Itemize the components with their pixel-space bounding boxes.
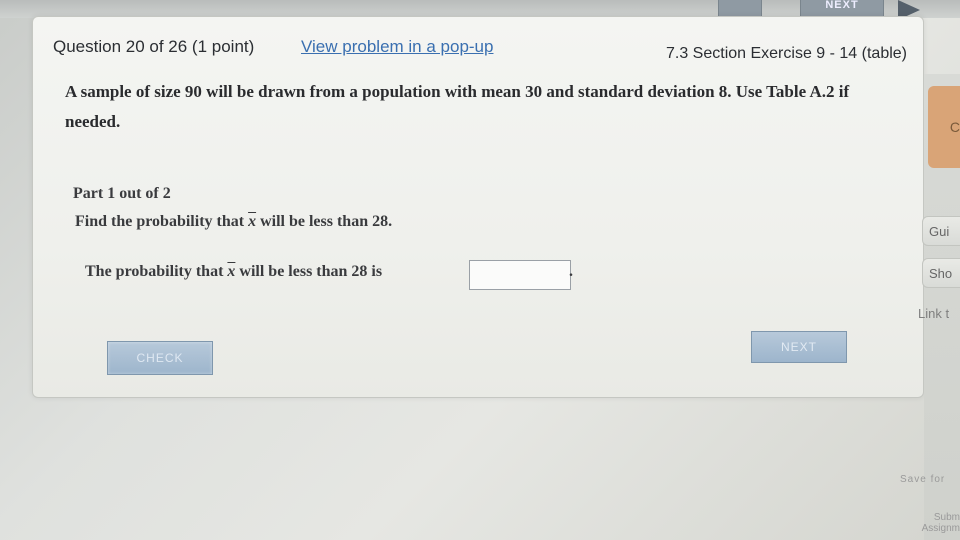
answer-suffix: will be less than 28 is (239, 263, 383, 280)
answer-prefix: The probability that (85, 263, 224, 280)
part-question: Find the probability that x will be less… (75, 213, 392, 231)
show-tab[interactable]: Sho (922, 258, 960, 288)
x-bar-symbol: x (227, 263, 236, 280)
question-title: Question 20 of 26 (1 point) (53, 37, 255, 56)
submit-label-line2: Assignm (921, 523, 960, 534)
sidebar-orange-button[interactable]: C (928, 86, 960, 168)
save-for-later-button[interactable]: Save for (900, 474, 945, 485)
top-next-button[interactable]: NEXT (800, 0, 884, 17)
answer-period: . (569, 263, 573, 280)
next-button[interactable]: NEXT (751, 331, 847, 363)
answer-row: The probability that x will be less than… (85, 260, 573, 293)
part-title: Part 1 out of 2 (73, 185, 171, 202)
part-question-suffix: will be less than 28. (260, 213, 393, 230)
check-button[interactable]: CHECK (107, 341, 213, 375)
guided-solution-tab[interactable]: Gui (922, 216, 960, 246)
problem-statement: A sample of size 90 will be drawn from a… (65, 82, 850, 131)
question-header: Question 20 of 26 (1 point) View problem… (53, 37, 913, 63)
link-tab[interactable]: Link t (918, 306, 949, 321)
submit-assignment-button[interactable]: Subm Assignm (904, 512, 960, 534)
view-popup-link[interactable]: View problem in a pop-up (301, 37, 493, 57)
toolbar-button[interactable] (718, 0, 762, 17)
x-bar-symbol: x (248, 213, 257, 230)
probability-answer-input[interactable] (469, 260, 571, 290)
section-label: 7.3 Section Exercise 9 - 14 (table) (665, 45, 907, 62)
question-panel: Question 20 of 26 (1 point) View problem… (32, 16, 924, 398)
submit-label-line1: Subm (933, 512, 960, 523)
part-question-prefix: Find the probability that (75, 213, 245, 230)
